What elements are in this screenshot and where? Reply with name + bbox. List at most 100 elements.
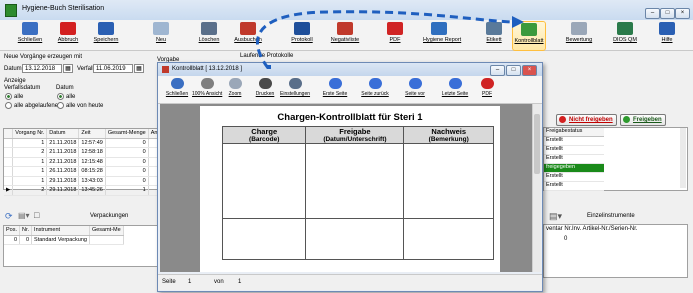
- toolbar-button-dios-qm[interactable]: DIOS QM: [609, 21, 641, 49]
- toolbar-button-hilfe[interactable]: Hilfe: [651, 21, 683, 49]
- toolbar-button-negativliste[interactable]: Negativliste: [329, 21, 361, 49]
- toolbar-button-bewertung[interactable]: Bewertung: [563, 21, 595, 49]
- close-button[interactable]: ×: [675, 8, 690, 19]
- print-icon[interactable]: ▤▾: [549, 211, 562, 222]
- toolbar-button-kontrollblatt[interactable]: Kontrollblatt: [512, 21, 546, 51]
- scroll-thumb[interactable]: [534, 114, 540, 174]
- radio-button[interactable]: [57, 93, 64, 100]
- print-icon[interactable]: ▤▾: [18, 211, 30, 220]
- dialog-toolbar-icon: [170, 78, 184, 89]
- dialog-maximize-button[interactable]: □: [506, 65, 521, 76]
- calendar-icon[interactable]: ▦: [134, 64, 144, 73]
- table-row[interactable]: 2 21.11.2018 12:58:18 0: [4, 147, 161, 158]
- table-row[interactable]: ▶ 2 29.11.2018 13:45:26 1: [4, 185, 161, 196]
- table-cell: 22.11.2018: [46, 157, 80, 167]
- table-row[interactable]: 1 29.11.2018 13:43:03 0: [4, 176, 161, 186]
- table-cell: 0: [19, 235, 33, 245]
- table-row[interactable]: 1 21.11.2018 12:57:49 0: [4, 138, 161, 148]
- status-cell[interactable]: Erstellt: [544, 137, 604, 146]
- toolbar-button-abbruch[interactable]: Abbruch: [52, 21, 84, 49]
- dialog-minimize-button[interactable]: –: [490, 65, 505, 76]
- table-cell: [305, 218, 405, 260]
- dialog-toolbar-button-seite-vor[interactable]: Seite vor: [400, 78, 430, 97]
- toolbar-button-protokoll[interactable]: Protokoll: [286, 21, 318, 49]
- dialog-toolbar-button-seite-zurück[interactable]: Seite zurück: [360, 78, 390, 97]
- row-selector[interactable]: [4, 147, 14, 158]
- von-value: 1: [238, 279, 242, 285]
- table-cell: 29.11.2018: [46, 185, 80, 196]
- table-row[interactable]: 1 26.11.2018 08:15:28 0: [4, 166, 161, 177]
- radio-label: alle von heute: [66, 103, 104, 110]
- status-cell[interactable]: freigegeben: [544, 164, 604, 173]
- status-cell[interactable]: Erstellt: [544, 155, 604, 164]
- radio-abgelaufen[interactable]: alle abgelaufenen: [5, 102, 61, 109]
- dialog-toolbar-button-pdf[interactable]: PDF: [472, 78, 502, 97]
- row-selector[interactable]: [4, 138, 14, 148]
- nicht-freigeben-button[interactable]: Nicht freigeben: [556, 114, 617, 126]
- datum-field[interactable]: 13.12.2018: [22, 64, 62, 73]
- table-cell: 1: [105, 185, 149, 196]
- dialog-toolbar-button-zoom[interactable]: Zoom: [220, 78, 250, 97]
- toolbar-icon: [431, 22, 447, 35]
- status-cell[interactable]: Erstellt: [544, 182, 604, 191]
- row-selector[interactable]: ▶: [4, 185, 14, 196]
- laufende-label: Laufende Protokolle: [240, 53, 294, 59]
- radio-button[interactable]: [57, 102, 64, 109]
- status-cell[interactable]: Erstellt: [544, 173, 604, 182]
- table-row: [221, 218, 494, 260]
- row-selector[interactable]: [4, 157, 14, 167]
- toolbar-label: Protokoll: [291, 37, 313, 43]
- toolbar-button-schließen[interactable]: Schließen: [14, 21, 46, 49]
- verfall-field[interactable]: 11.06.2019: [93, 64, 133, 73]
- dialog-toolbar-label: Drucken: [255, 91, 275, 97]
- toolbar-button-etikett[interactable]: Etikett: [478, 21, 510, 49]
- seite-value: 1: [188, 279, 192, 285]
- column-header[interactable]: Nr.: [19, 226, 33, 236]
- table-cell: 2: [12, 185, 48, 196]
- toolbar-icon: [659, 22, 675, 35]
- vertical-scrollbar[interactable]: [680, 128, 686, 188]
- dialog-toolbar-button-100%-ansicht[interactable]: 100% Ansicht: [192, 78, 222, 97]
- new-doc-icon[interactable]: □: [34, 210, 39, 220]
- radio-button[interactable]: [5, 102, 12, 109]
- column-header[interactable]: Pos.: [4, 226, 21, 236]
- column-header[interactable]: Zeit: [78, 129, 106, 139]
- refresh-icon[interactable]: ⟳: [5, 211, 13, 222]
- column-subtitle: (Datum/Unterschrift): [323, 136, 387, 143]
- dialog-toolbar-button-erste-seite[interactable]: Erste Seite: [320, 78, 350, 97]
- radio-heute[interactable]: alle von heute: [57, 102, 103, 109]
- maximize-button[interactable]: □: [660, 8, 675, 19]
- vertical-scrollbar[interactable]: [532, 104, 541, 272]
- status-cell[interactable]: Erstellt: [544, 146, 604, 155]
- dialog-toolbar-button-drucken[interactable]: Drucken: [250, 78, 280, 97]
- column-header[interactable]: Instrument: [31, 226, 90, 236]
- table-row[interactable]: 0 0 Standard Verpackung: [4, 235, 124, 245]
- toolbar-button-löschen[interactable]: Löschen: [193, 21, 225, 49]
- table-cell: 1: [12, 166, 48, 177]
- toolbar-button-neu[interactable]: Neu: [145, 21, 177, 49]
- column-header[interactable]: Vorgang Nr.: [12, 129, 48, 139]
- row-selector[interactable]: [4, 166, 14, 177]
- freigeben-button[interactable]: Freigeben: [620, 114, 666, 126]
- dialog-toolbar-button-einstellungen[interactable]: Einstellungen: [280, 78, 310, 97]
- row-selector[interactable]: [4, 176, 14, 186]
- toolbar-button-hygiene-report[interactable]: Hygiene Report: [423, 21, 461, 49]
- dialog-toolbar-button-letzte-seite[interactable]: Letzte Seite: [440, 78, 470, 97]
- main-title-bar: Hygiene-Buch Sterilisation – □ ×: [0, 0, 693, 21]
- column-header[interactable]: Gesamt-Me: [89, 226, 124, 236]
- toolbar-button-speichern[interactable]: Speichern: [90, 21, 122, 49]
- radio-alle[interactable]: alle: [5, 93, 23, 100]
- radio-alle-datum[interactable]: alle: [57, 93, 75, 100]
- radio-button[interactable]: [5, 93, 12, 100]
- toolbar-icon: [153, 22, 169, 35]
- calendar-icon[interactable]: ▦: [63, 64, 73, 73]
- column-header[interactable]: Gesamt-Menge: [105, 129, 149, 139]
- column-header[interactable]: Datum: [46, 129, 80, 139]
- dialog-toolbar-label: Seite vor: [405, 91, 425, 97]
- table-row[interactable]: 1 22.11.2018 12:15:48 0: [4, 157, 161, 167]
- dialog-close-button[interactable]: ×: [522, 65, 537, 76]
- dialog-toolbar-button-schließen[interactable]: Schließen: [162, 78, 192, 97]
- toolbar-button-pdf[interactable]: PDF: [379, 21, 411, 49]
- minimize-button[interactable]: –: [645, 8, 660, 19]
- toolbar-button-ausbuchen[interactable]: Ausbuchen: [232, 21, 264, 49]
